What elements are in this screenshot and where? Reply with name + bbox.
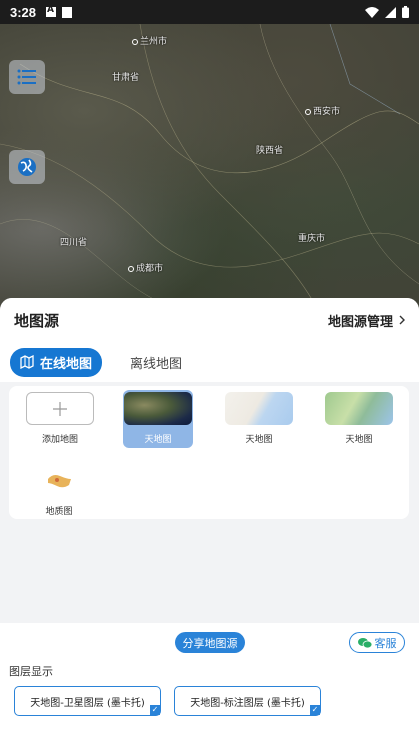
tianditu-vector-tile[interactable]: 天地图 [224,392,294,445]
tab-online-map[interactable]: 在线地图 [10,347,103,377]
layer-label: 天地图-卫星图层 (墨卡托) [30,697,145,709]
tab-label: 在线地图 [40,356,93,372]
map-label-city: 兰州市 [132,34,167,47]
tile-label: 天地图 [345,435,373,445]
satellite-thumbnail [124,392,192,425]
layer-satellite-toggle[interactable]: 天地图-卫星图层 (墨卡托) ✓ [14,686,161,716]
battery-icon [402,6,409,18]
map-label-province: 陕西省 [256,146,284,156]
tab-label: 离线地图 [130,356,183,372]
map-label-city: 重庆市 [298,234,326,244]
vector-thumbnail [225,392,293,425]
geology-map-tile[interactable]: 地质图 [24,464,94,517]
map-source-sheet: 地图源 地图源管理 在线地图 离线地图 添加地图 天地图 天地图 天地图 地质图 [0,298,419,623]
tile-label: 地质图 [45,507,73,517]
tile-label: 天地图 [245,435,273,445]
map-label-city: 成都市 [128,261,163,274]
customer-service-button[interactable]: 客服 [349,632,405,653]
share-map-source-button[interactable]: 分享地图源 [175,632,245,653]
map-label-city: 西安市 [305,104,340,117]
sheet-title: 地图源 [14,311,60,330]
list-icon [17,69,36,85]
signal-icon [385,6,396,18]
sheet-header: 地图源 地图源管理 [0,298,419,342]
checkmark-icon: ✓ [310,705,320,715]
map-source-manage-link[interactable]: 地图源管理 [328,311,405,330]
map-label-province: 四川省 [60,238,88,248]
map-source-button[interactable] [9,150,45,184]
notification-square-icon [62,6,73,18]
checkmark-icon: ✓ [150,705,160,715]
source-tabs: 在线地图 离线地图 [0,342,419,382]
manage-label: 地图源管理 [327,314,393,330]
plus-icon [26,392,94,425]
tianditu-terrain-tile[interactable]: 天地图 [324,392,394,445]
geology-thumbnail [25,464,93,497]
tianditu-satellite-tile[interactable]: 天地图 [123,390,193,448]
status-time: 3:28 [10,4,37,20]
map-roads [0,24,419,314]
layer-annotation-toggle[interactable]: 天地图-标注图层 (墨卡托) ✓ [174,686,321,716]
notification-a-icon [46,5,57,17]
tab-offline-map[interactable]: 离线地图 [120,348,192,377]
service-label: 客服 [374,636,397,650]
add-map-tile[interactable]: 添加地图 [25,392,95,445]
map-label-province: 甘肃省 [112,73,140,83]
map-view[interactable]: 兰州市 甘肃省 西安市 陕西省 四川省 重庆市 成都市 [0,24,419,314]
wechat-icon [357,637,372,648]
layer-display-title: 图层显示 [9,665,53,678]
status-bar: 3:28 [0,0,419,24]
map-icon [20,355,34,369]
chevron-right-icon [399,315,405,325]
map-source-grid: 添加地图 天地图 天地图 天地图 地质图 [9,386,409,519]
layer-label: 天地图-标注图层 (墨卡托) [190,697,305,709]
tile-label: 天地图 [144,435,172,445]
terrain-thumbnail [325,392,393,425]
globe-icon [18,158,36,176]
bottom-panel: 分享地图源 客服 图层显示 天地图-卫星图层 (墨卡托) ✓ 天地图-标注图层 … [0,623,419,744]
layer-menu-button[interactable] [9,60,45,94]
tile-label: 添加地图 [41,435,78,445]
wifi-icon [365,6,379,18]
